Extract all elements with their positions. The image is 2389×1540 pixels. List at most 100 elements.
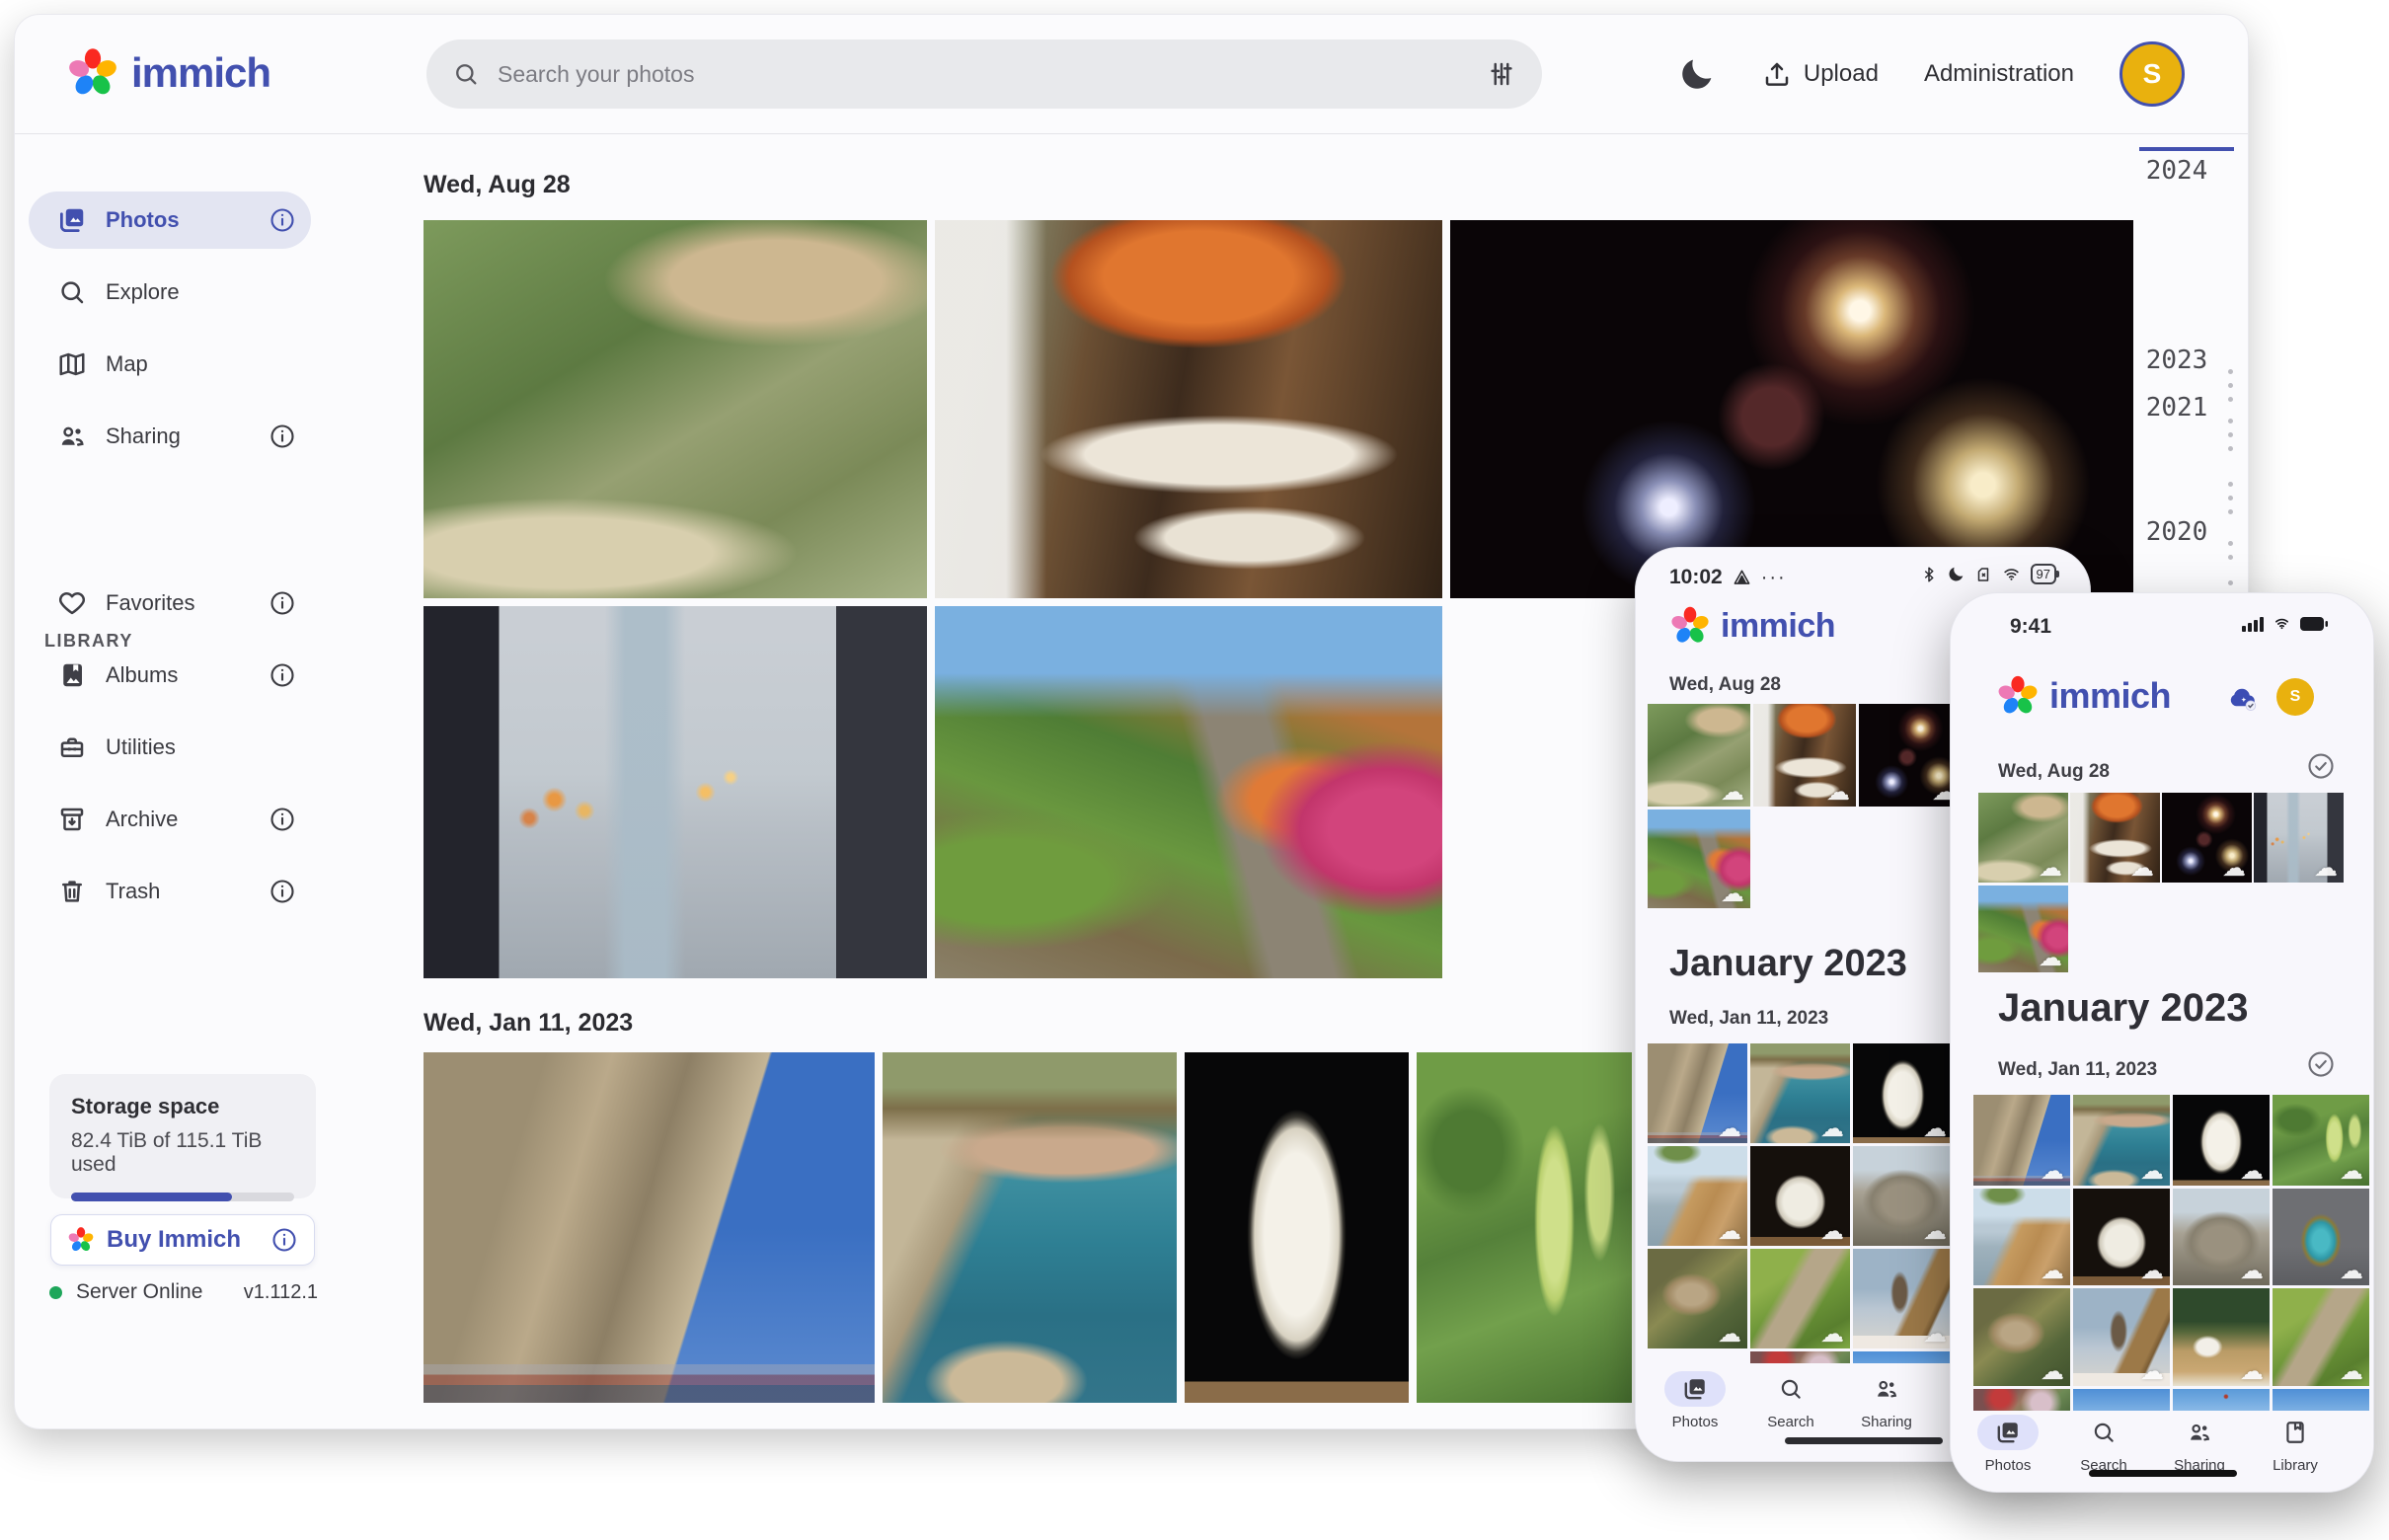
tab-sharing[interactable]: Sharing bbox=[1842, 1371, 1931, 1430]
photo-green-sea-grapes[interactable] bbox=[1417, 1052, 1632, 1403]
photo-castle-ruins[interactable]: ☁ bbox=[1853, 1146, 1953, 1246]
album-icon bbox=[57, 660, 87, 690]
sidebar-item-albums[interactable]: Albums bbox=[29, 647, 325, 704]
sidebar-item-photos[interactable]: Photos bbox=[29, 192, 311, 249]
info-icon[interactable] bbox=[270, 1226, 298, 1254]
photo-coastal-bay-fort[interactable]: ☁ bbox=[1750, 1043, 1850, 1143]
sidebar-label-utilities: Utilities bbox=[106, 734, 176, 760]
photo-marble-bust[interactable]: ☁ bbox=[1853, 1043, 1953, 1143]
photo-marble-bust[interactable]: ☁ bbox=[2173, 1095, 2270, 1186]
tab-photos[interactable]: Photos bbox=[1961, 1415, 2055, 1474]
sidebar-item-trash[interactable]: Trash bbox=[29, 863, 325, 920]
info-icon[interactable] bbox=[269, 806, 296, 833]
photo-alpine-houses[interactable]: ☁ bbox=[2173, 1288, 2270, 1386]
scrubber-year-2023[interactable]: 2023 bbox=[2133, 346, 2220, 375]
synced-cloud-icon: ☁ bbox=[2314, 857, 2338, 881]
upload-button[interactable]: Upload bbox=[1762, 59, 1879, 89]
search-bar[interactable] bbox=[426, 39, 1542, 109]
scrubber-tick bbox=[2228, 419, 2233, 424]
tab-sharing[interactable]: Sharing bbox=[2152, 1415, 2247, 1474]
search-icon bbox=[1778, 1376, 1804, 1402]
photo-green-sea-grapes[interactable]: ☁ bbox=[2273, 1095, 2369, 1186]
sidebar-item-utilities[interactable]: Utilities bbox=[29, 719, 325, 776]
photo-fortress-walls[interactable]: ☁ bbox=[1973, 1095, 2070, 1186]
scrubber-tick bbox=[2228, 541, 2233, 546]
dnd-moon-icon bbox=[1947, 565, 1965, 583]
photo-blue-sky[interactable] bbox=[2073, 1389, 2170, 1413]
photo-autumn-park-path[interactable]: ☁ bbox=[1648, 809, 1750, 908]
synced-cloud-icon: ☁ bbox=[2039, 857, 2062, 881]
photo-marble-bust[interactable] bbox=[1185, 1052, 1409, 1403]
info-icon[interactable] bbox=[269, 878, 296, 905]
info-icon[interactable] bbox=[269, 661, 296, 689]
immich-logo[interactable]: immich bbox=[66, 46, 270, 100]
photo-autumn-park-path[interactable] bbox=[935, 606, 1442, 978]
photo-beach-cliff[interactable]: ☁ bbox=[1648, 1146, 1747, 1246]
photo-blue-sky[interactable] bbox=[2273, 1389, 2369, 1413]
photo-beach-cliff[interactable]: ☁ bbox=[1973, 1189, 2070, 1285]
info-icon[interactable] bbox=[269, 589, 296, 617]
photo-ornate-object[interactable]: ☁ bbox=[2273, 1189, 2369, 1285]
month-header: January 2023 bbox=[1998, 986, 2249, 1031]
photo-fortress-walls[interactable] bbox=[424, 1052, 875, 1403]
sidebar-label-albums: Albums bbox=[106, 662, 178, 688]
buy-immich-label: Buy Immich bbox=[107, 1226, 259, 1254]
photo-snowy-village-church[interactable]: ☁ bbox=[2073, 1288, 2170, 1386]
photo-autumn-dinner-table[interactable]: ☁ bbox=[2070, 793, 2160, 883]
search-input[interactable] bbox=[498, 61, 1469, 88]
select-all-check-icon[interactable] bbox=[2306, 1049, 2336, 1079]
app-title: immich bbox=[1721, 607, 1835, 646]
photo-fireworks-night[interactable] bbox=[1450, 220, 2133, 598]
synced-cloud-icon: ☁ bbox=[1820, 1323, 1844, 1347]
tab-search[interactable]: Search bbox=[2056, 1415, 2151, 1474]
photo-stone-sculpture[interactable]: ☁ bbox=[1750, 1146, 1850, 1246]
search-filters-icon[interactable] bbox=[1487, 59, 1516, 89]
scrubber-year-2020[interactable]: 2020 bbox=[2133, 517, 2220, 547]
tab-search[interactable]: Search bbox=[1746, 1371, 1835, 1430]
photo-castle-ruins[interactable]: ☁ bbox=[2173, 1189, 2270, 1285]
photo-autumn-park-path[interactable]: ☁ bbox=[1978, 886, 2068, 972]
home-indicator[interactable] bbox=[1785, 1437, 1943, 1444]
tab-photos[interactable]: Photos bbox=[1651, 1371, 1739, 1430]
user-avatar[interactable]: S bbox=[2276, 678, 2314, 716]
sidebar-item-archive[interactable]: Archive bbox=[29, 791, 325, 848]
administration-link[interactable]: Administration bbox=[1924, 60, 2074, 88]
photo-lizard-on-moss[interactable]: ☁ bbox=[1648, 1249, 1747, 1348]
sidebar-item-explore[interactable]: Explore bbox=[29, 264, 325, 321]
photo-lizard-closeup[interactable]: ☁ bbox=[1750, 1249, 1850, 1348]
photo-blue-sky-bird[interactable] bbox=[2173, 1389, 2270, 1413]
photo-monkeys-at-zoo[interactable] bbox=[424, 220, 927, 598]
theme-toggle-moon-icon[interactable] bbox=[1677, 54, 1717, 94]
photo-fortress-walls[interactable]: ☁ bbox=[1648, 1043, 1747, 1143]
photo-fireworks-night[interactable]: ☁ bbox=[1859, 704, 1962, 807]
photo-couple-holding-hands[interactable]: ☁ bbox=[2254, 793, 2344, 883]
scrubber-year-2021[interactable]: 2021 bbox=[2133, 393, 2220, 423]
photo-coastal-bay-fort[interactable] bbox=[883, 1052, 1177, 1403]
tab-library[interactable]: Library bbox=[2248, 1415, 2343, 1474]
photo-red-floral[interactable] bbox=[1973, 1389, 2070, 1413]
synced-cloud-icon: ☁ bbox=[2041, 1160, 2064, 1184]
storage-space-card: Storage space 82.4 TiB of 115.1 TiB used bbox=[49, 1074, 316, 1198]
user-avatar[interactable]: S bbox=[2119, 41, 2185, 107]
photo-monkeys-at-zoo[interactable]: ☁ bbox=[1648, 704, 1750, 807]
home-indicator[interactable] bbox=[2089, 1470, 2237, 1477]
photo-autumn-dinner-table[interactable] bbox=[935, 220, 1442, 598]
buy-immich-button[interactable]: Buy Immich bbox=[50, 1214, 315, 1266]
photo-monkeys-at-zoo[interactable]: ☁ bbox=[1978, 793, 2068, 883]
info-icon[interactable] bbox=[269, 206, 296, 234]
sidebar-item-map[interactable]: Map bbox=[29, 336, 325, 393]
photo-coastal-bay-fort[interactable]: ☁ bbox=[2073, 1095, 2170, 1186]
select-all-check-icon[interactable] bbox=[2306, 751, 2336, 781]
photo-snowy-village-church[interactable]: ☁ bbox=[1853, 1249, 1953, 1348]
photo-stone-sculpture[interactable]: ☁ bbox=[2073, 1189, 2170, 1285]
info-icon[interactable] bbox=[269, 423, 296, 450]
photo-fireworks-night[interactable]: ☁ bbox=[2162, 793, 2252, 883]
scrubber-year-2024[interactable]: 2024 bbox=[2133, 156, 2220, 186]
photo-couple-holding-hands[interactable] bbox=[424, 606, 927, 978]
sidebar-item-favorites[interactable]: Favorites bbox=[29, 575, 325, 632]
photo-lizard-on-moss[interactable]: ☁ bbox=[1973, 1288, 2070, 1386]
backup-cloud-icon[interactable] bbox=[2223, 680, 2263, 714]
photo-autumn-dinner-table[interactable]: ☁ bbox=[1753, 704, 1856, 807]
photo-lizard-closeup[interactable]: ☁ bbox=[2273, 1288, 2369, 1386]
sidebar-item-sharing[interactable]: Sharing bbox=[29, 408, 325, 465]
